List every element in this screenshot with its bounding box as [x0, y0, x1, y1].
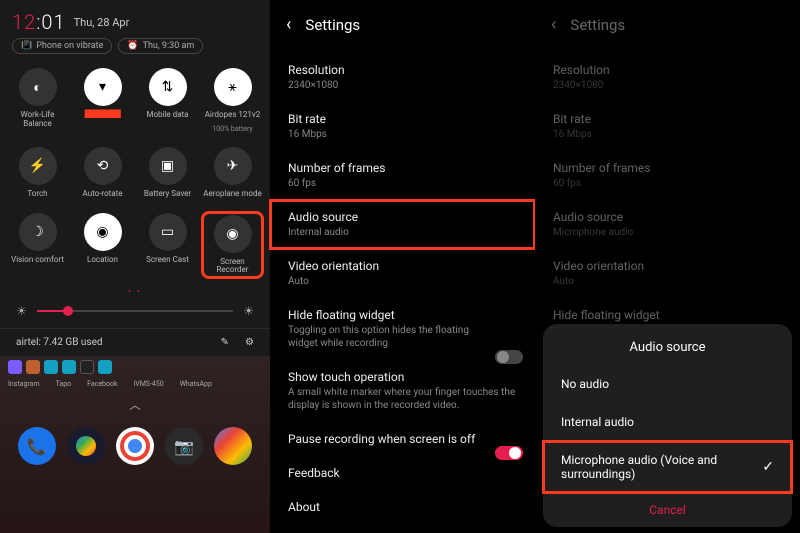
record-icon: ◉: [214, 215, 252, 253]
app-drawer-caret-icon[interactable]: ︿: [0, 390, 270, 419]
setting-video-orientation[interactable]: Video orientationAuto: [270, 249, 535, 298]
brightness-slider[interactable]: [37, 310, 233, 312]
data-usage-text: airtel: 7.42 GB used: [16, 337, 103, 348]
app-label: WhatsApp: [180, 380, 212, 388]
vibrate-chip[interactable]: 📳Phone on vibrate: [12, 38, 112, 54]
brightness-high-icon: ☀: [243, 304, 254, 318]
alarm-chip[interactable]: ⏰Thu, 9:30 am: [118, 38, 203, 54]
brightness-low-icon: ☀: [16, 304, 27, 318]
work-life-icon: ◐: [19, 68, 57, 106]
bluetooth-icon: ⚹: [214, 68, 252, 106]
gear-icon[interactable]: ⚙: [245, 337, 254, 348]
rotate-icon: ⟲: [84, 147, 122, 185]
airplane-icon: ✈: [214, 147, 252, 185]
tile-mobile-data[interactable]: ⇅Mobile data: [138, 68, 197, 133]
setting-feedback[interactable]: Feedback: [270, 456, 535, 490]
phone-app-icon[interactable]: 📞: [18, 427, 56, 465]
tile-wifi[interactable]: ▾████████: [73, 68, 132, 133]
app-label: Tapo: [56, 380, 72, 388]
app-label: Facebook: [87, 380, 117, 388]
clock: 12:01: [12, 10, 66, 34]
tile-screen-cast[interactable]: ▭Screen Cast: [138, 213, 197, 278]
setting-bit-rate[interactable]: Bit rate16 Mbps: [270, 102, 535, 151]
mobile-data-icon: ⇅: [149, 68, 187, 106]
audio-source-dialog: Audio source No audio Internal audio Mic…: [543, 324, 792, 527]
edit-icon[interactable]: ✎: [221, 337, 229, 348]
setting-show-touch-operation[interactable]: Show touch operationA small white marker…: [270, 360, 535, 422]
cancel-button[interactable]: Cancel: [543, 493, 792, 523]
dock: 📞 📷: [0, 419, 270, 477]
option-microphone-audio[interactable]: Microphone audio (Voice and surroundings…: [543, 441, 792, 493]
page-title: Settings: [570, 16, 625, 34]
back-icon[interactable]: ‹: [286, 14, 291, 35]
tile-work-life-balance[interactable]: ◐Work-Life Balance: [8, 68, 67, 133]
tile-auto-rotate[interactable]: ⟲Auto-rotate: [73, 147, 132, 199]
tile-vision-comfort[interactable]: ☽Vision comfort: [8, 213, 67, 278]
wifi-icon: ▾: [84, 68, 122, 106]
setting-hide-floating-widget[interactable]: Hide floating widgetToggling on this opt…: [270, 298, 535, 360]
cast-icon: ▭: [149, 213, 187, 251]
moon-icon: ☽: [19, 213, 57, 251]
check-icon: ✓: [762, 459, 774, 475]
pause-toggle[interactable]: [495, 446, 523, 460]
page-title: Settings: [305, 16, 360, 34]
back-icon[interactable]: ‹: [551, 14, 556, 35]
tile-screen-recorder[interactable]: ◉Screen Recorder: [203, 213, 262, 278]
vibrate-icon: 📳: [21, 41, 32, 51]
tile-torch[interactable]: ⚡Torch: [8, 147, 67, 199]
home-screen-background: Instagram Tapo Facebook iVMS-450 WhatsAp…: [0, 356, 270, 533]
settings-panel-with-dialog: ‹ Settings Resolution2340×1080 Bit rate1…: [535, 0, 800, 533]
setting-about[interactable]: About: [270, 490, 535, 524]
hide-widget-toggle[interactable]: [495, 350, 523, 364]
tile-location[interactable]: ◉Location: [73, 213, 132, 278]
brightness-slider-row: ☀ ☀: [0, 300, 270, 328]
setting-video-orientation: Video orientationAuto: [535, 249, 800, 298]
app-label: Instagram: [8, 380, 40, 388]
date: Thu, 28 Apr: [74, 16, 130, 29]
chrome-app-icon[interactable]: [116, 427, 154, 465]
tile-battery-saver[interactable]: ▣Battery Saver: [138, 147, 197, 199]
setting-audio-source[interactable]: Audio sourceInternal audio: [270, 200, 535, 249]
tile-aeroplane-mode[interactable]: ✈Aeroplane mode: [203, 147, 262, 199]
messages-app-icon[interactable]: [67, 427, 105, 465]
tile-bluetooth[interactable]: ⚹Airdopes 121v2100% battery: [203, 68, 262, 133]
setting-audio-source: Audio sourceMicrophone audio: [535, 200, 800, 249]
setting-resolution[interactable]: Resolution2340×1080: [270, 53, 535, 102]
setting-number-of-frames[interactable]: Number of frames60 fps: [270, 151, 535, 200]
setting-bit-rate: Bit rate16 Mbps: [535, 102, 800, 151]
dialog-title: Audio source: [543, 336, 792, 365]
camera-app-icon[interactable]: 📷: [165, 427, 203, 465]
option-internal-audio[interactable]: Internal audio: [543, 403, 792, 441]
quick-tiles: ◐Work-Life Balance ▾████████ ⇅Mobile dat…: [0, 64, 270, 281]
location-icon: ◉: [84, 213, 122, 251]
quick-settings-panel: 12:01 Thu, 28 Apr 📳Phone on vibrate ⏰Thu…: [0, 0, 270, 533]
alarm-icon: ⏰: [127, 41, 138, 51]
settings-panel: ‹ Settings Resolution2340×1080 Bit rate1…: [270, 0, 535, 533]
battery-icon: ▣: [149, 147, 187, 185]
setting-number-of-frames: Number of frames60 fps: [535, 151, 800, 200]
setting-pause-on-screen-off[interactable]: Pause recording when screen is off: [270, 422, 535, 456]
setting-resolution: Resolution2340×1080: [535, 53, 800, 102]
option-no-audio[interactable]: No audio: [543, 365, 792, 403]
pager-dots: • •: [0, 281, 270, 300]
app-label: iVMS-450: [134, 380, 164, 388]
gallery-app-icon[interactable]: [214, 427, 252, 465]
torch-icon: ⚡: [19, 147, 57, 185]
status-bar: 12:01 Thu, 28 Apr: [0, 0, 270, 38]
